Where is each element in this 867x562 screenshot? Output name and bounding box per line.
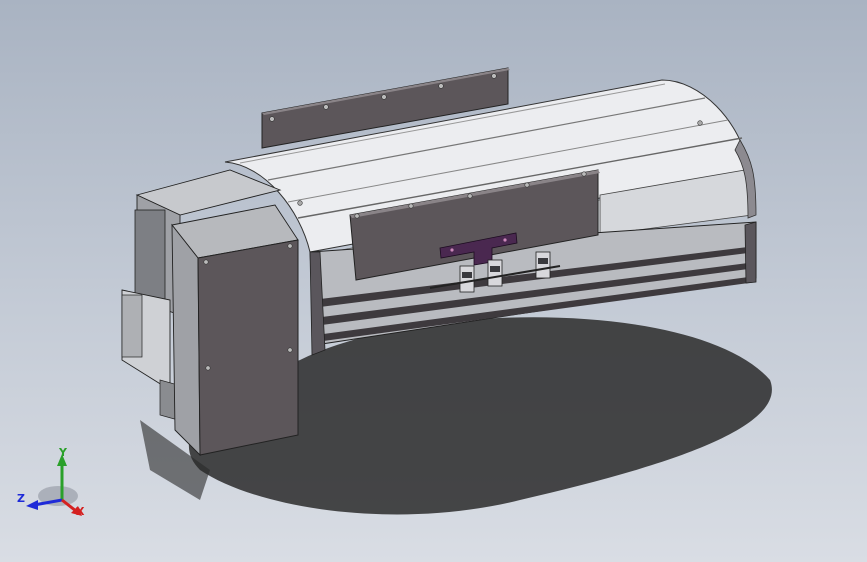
axis-triad: Y Z X [17,446,85,518]
cad-viewport[interactable]: Y Z X [0,0,867,562]
axis-label-y: Y [58,446,68,459]
linear-module-model: Y Z X [17,67,772,518]
axis-label-x: X [76,505,85,518]
axis-label-z: Z [17,492,25,505]
motor-cover [171,204,299,457]
